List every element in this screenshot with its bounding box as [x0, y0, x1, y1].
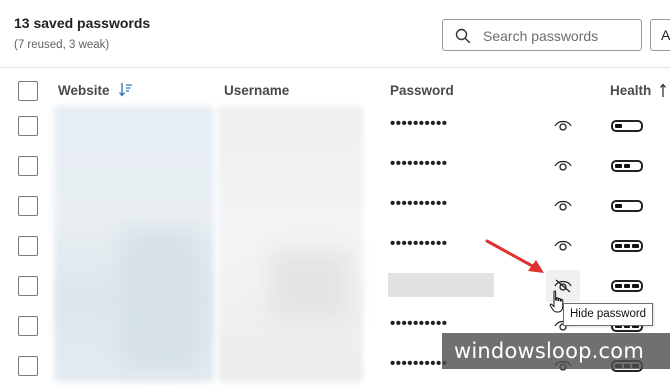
- health-segment: [624, 204, 631, 208]
- row-checkbox[interactable]: [18, 236, 38, 256]
- health-meter-icon: [611, 200, 643, 212]
- select-all-checkbox[interactable]: [18, 81, 38, 101]
- health-segment: [623, 244, 631, 248]
- health-segment: [615, 284, 622, 288]
- annotation-arrow-icon: [485, 239, 544, 273]
- summary-subtitle: (7 reused, 3 weak): [14, 39, 110, 51]
- eye-icon[interactable]: [553, 157, 573, 173]
- health-segment: [615, 204, 622, 208]
- eye-icon[interactable]: [553, 237, 573, 253]
- column-header-password: Password: [390, 83, 454, 98]
- row-checkbox[interactable]: [18, 116, 38, 136]
- row-checkbox[interactable]: [18, 276, 38, 296]
- health-segment: [615, 164, 622, 168]
- health-segment: [623, 164, 631, 168]
- eye-icon[interactable]: [553, 197, 573, 213]
- row-checkbox[interactable]: [18, 156, 38, 176]
- table-row[interactable]: ••••••••••: [0, 226, 670, 266]
- table-row[interactable]: ••••••••••: [0, 146, 670, 186]
- health-segment: [624, 124, 631, 128]
- column-header-username[interactable]: Username: [224, 83, 289, 98]
- health-segment: [632, 284, 640, 288]
- eye-icon[interactable]: [553, 117, 573, 133]
- health-meter-icon: [611, 160, 643, 172]
- row-checkbox[interactable]: [18, 356, 38, 376]
- health-segment: [632, 164, 639, 168]
- table-row[interactable]: ••••••••••: [0, 106, 670, 146]
- table-row[interactable]: [0, 266, 670, 306]
- health-segment: [632, 244, 640, 248]
- column-header-health[interactable]: Health: [610, 83, 651, 98]
- row-checkbox[interactable]: [18, 196, 38, 216]
- sort-ascending-icon[interactable]: [660, 83, 670, 99]
- password-masked: ••••••••••: [390, 315, 448, 332]
- summary-title: 13 saved passwords: [14, 15, 151, 31]
- password-revealed-redacted: [388, 273, 494, 297]
- hide-password-tooltip: Hide password: [563, 303, 654, 326]
- password-masked: ••••••••••: [390, 195, 448, 212]
- table-row[interactable]: ••••••••••: [0, 186, 670, 226]
- row-checkbox[interactable]: [18, 316, 38, 336]
- health-segment: [615, 124, 622, 128]
- password-masked: ••••••••••: [390, 355, 448, 372]
- header-divider: [0, 67, 670, 68]
- health-meter-icon: [611, 240, 643, 252]
- sort-descending-icon[interactable]: [119, 82, 133, 98]
- column-header-website[interactable]: Website: [58, 83, 110, 98]
- health-segment: [615, 244, 622, 248]
- search-icon: [455, 28, 471, 44]
- health-segment: [632, 124, 639, 128]
- password-masked: ••••••••••: [390, 115, 448, 132]
- password-masked: ••••••••••: [390, 155, 448, 172]
- health-segment: [623, 284, 631, 288]
- health-meter-icon: [611, 280, 643, 292]
- add-button[interactable]: A: [650, 19, 670, 51]
- health-segment: [632, 204, 639, 208]
- password-masked: ••••••••••: [390, 235, 448, 252]
- watermark: windowsloop.com: [442, 333, 670, 369]
- health-meter-icon: [611, 120, 643, 132]
- search-input[interactable]: [483, 26, 633, 46]
- search-box[interactable]: [442, 19, 642, 51]
